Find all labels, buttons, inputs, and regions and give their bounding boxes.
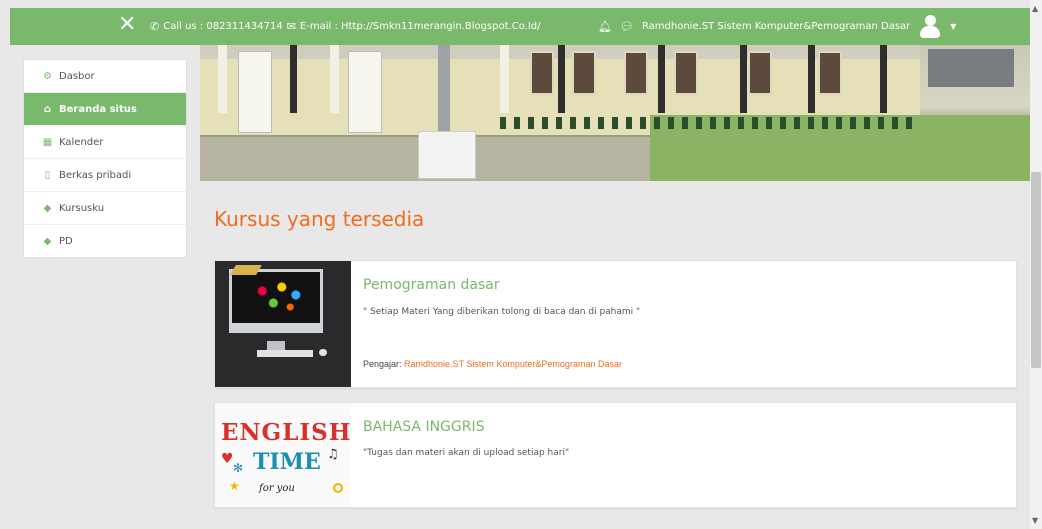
heart-icon: ♥: [221, 451, 234, 467]
scroll-down-icon[interactable]: ▼: [1032, 516, 1038, 525]
for-you-text: for you: [259, 483, 295, 494]
sidebar-nav: ⚙ Dasbor ⌂ Beranda situs ▦ Kalender ▯ Be…: [23, 59, 187, 258]
banner-door: [238, 51, 272, 133]
sidebar-item-berkas-pribadi[interactable]: ▯ Berkas pribadi: [24, 159, 186, 192]
banner-column: [558, 45, 565, 113]
banner-column: [880, 45, 887, 113]
music-note-icon: ♫: [327, 447, 339, 462]
sidebar-item-dasbor[interactable]: ⚙ Dasbor: [24, 60, 186, 93]
sidebar-item-label: Kalender: [59, 136, 104, 148]
banner-column: [500, 45, 509, 113]
sidebar-item-beranda-situs[interactable]: ⌂ Beranda situs: [24, 93, 186, 126]
sidebar-item-label: Berkas pribadi: [59, 169, 132, 181]
course-image-english-time[interactable]: ENGLISH ♥ ✻ TIME ♫ ★ for you: [215, 403, 351, 507]
contact-phone: Call us : 082311434714: [163, 21, 283, 32]
banner-window: [818, 51, 842, 95]
banner-column: [330, 45, 339, 113]
teacher-label: Pengajar:: [363, 359, 405, 369]
sidebar-item-label: Dasbor: [59, 70, 95, 82]
scroll-up-icon[interactable]: ▲: [1032, 4, 1038, 13]
sidebar-item-label: Beranda situs: [59, 103, 137, 115]
contact-email: E-mail : Http://Smkn11merangin.Blogspot.…: [299, 21, 541, 32]
banner-window: [530, 51, 554, 95]
course-title-link[interactable]: Pemograman dasar: [363, 277, 500, 293]
course-card: Pemograman dasar " Setiap Materi Yang di…: [214, 260, 1017, 388]
sidebar-item-kursusku[interactable]: ◆ Kursusku: [24, 192, 186, 225]
star-icon: ★: [229, 479, 240, 493]
close-icon[interactable]: ✕: [118, 14, 136, 36]
user-menu: 🔔︎ 💬︎ Ramdhonie.ST Sistem Komputer&Pemog…: [598, 14, 956, 38]
avatar-head: [925, 15, 937, 26]
banner-column: [740, 45, 747, 113]
banner-window: [748, 51, 772, 95]
graduation-cap-icon: ◆: [43, 202, 52, 214]
sidebar-item-kalender[interactable]: ▦ Kalender: [24, 126, 186, 159]
mail-icon: ✉: [286, 20, 296, 33]
course-teacher: Pengajar: Ramdhonie.ST Sistem Komputer&P…: [363, 359, 622, 369]
english-text: ENGLISH: [221, 419, 351, 446]
course-title-link[interactable]: BAHASA INGGRIS: [363, 419, 485, 435]
banner-window: [674, 51, 698, 95]
top-navbar: ✕ ✆ Call us : 082311434714 ✉ E-mail : Ht…: [10, 8, 1030, 45]
course-image-computer[interactable]: [215, 261, 351, 387]
course-card: ENGLISH ♥ ✻ TIME ♫ ★ for you BAHASA INGG…: [214, 402, 1017, 508]
contact-info: ✆ Call us : 082311434714 ✉ E-mail : Http…: [150, 20, 541, 33]
banner-window: [572, 51, 596, 95]
teacher-name-link[interactable]: Ramdhonie.ST Sistem Komputer&Pemograman …: [404, 359, 622, 369]
banner-monument-base: [418, 131, 476, 179]
snowflake-icon: ✻: [233, 461, 244, 475]
banner-plants: [500, 117, 920, 129]
sidebar-item-pd[interactable]: ◆ PD: [24, 225, 186, 258]
home-icon: ⌂: [43, 103, 52, 115]
time-text: TIME: [253, 449, 321, 475]
mouse-shape: [319, 349, 327, 356]
banner-column: [218, 45, 227, 113]
user-avatar-icon[interactable]: [918, 14, 942, 38]
file-icon: ▯: [44, 169, 51, 181]
dashboard-icon: ⚙: [43, 70, 52, 82]
banner-column: [290, 45, 297, 113]
banner-shed: [928, 49, 1014, 87]
user-name[interactable]: Ramdhonie.ST Sistem Komputer&Pemograman …: [642, 21, 910, 32]
school-banner-image: [200, 45, 1030, 181]
banner-window: [624, 51, 648, 95]
avatar-body: [920, 26, 941, 38]
page-scrollbar[interactable]: ▲ ▼: [1030, 0, 1042, 529]
course-summary: "Tugas dan materi akan di upload setiap …: [363, 448, 570, 458]
banner-column: [808, 45, 815, 113]
chat-icon[interactable]: 💬︎: [620, 20, 634, 33]
caret-down-icon[interactable]: ▼: [950, 22, 956, 31]
sidebar-item-label: Kursusku: [59, 202, 105, 214]
banner-monument-pole: [438, 45, 450, 133]
bell-icon[interactable]: 🔔︎: [598, 20, 612, 33]
circle-decoration: [333, 483, 343, 493]
sidebar-item-label: PD: [59, 236, 73, 247]
keyboard-shape: [257, 350, 313, 357]
banner-door: [348, 51, 382, 133]
graduation-cap-icon: ◆: [43, 236, 52, 247]
calendar-icon: ▦: [42, 136, 53, 148]
course-summary: " Setiap Materi Yang diberikan tolong di…: [363, 307, 641, 317]
banner-column: [658, 45, 665, 113]
phone-icon: ✆: [150, 20, 160, 33]
infographic-dots: [251, 275, 307, 315]
page-title: Kursus yang tersedia: [214, 207, 425, 231]
scrollbar-thumb[interactable]: [1031, 172, 1041, 368]
